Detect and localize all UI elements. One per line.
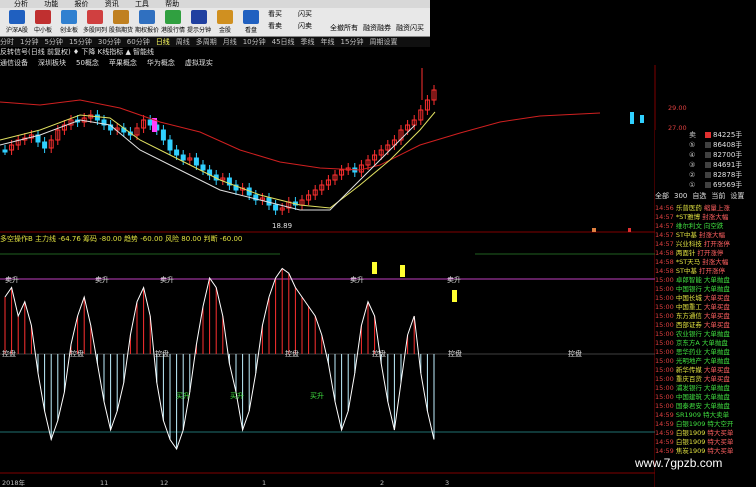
date-axis-label: 2 xyxy=(380,479,384,487)
panel-tab[interactable]: 300 xyxy=(674,192,687,200)
orderbook-bar xyxy=(705,142,711,148)
candle-body xyxy=(174,149,180,156)
candle-body xyxy=(193,157,199,166)
tick-row[interactable]: 15:00 光明地产 大单抛盘 xyxy=(655,357,756,365)
date-axis-label: 3 xyxy=(445,479,449,487)
tick-row[interactable]: 15:00 中国长城 大单买盘 xyxy=(655,294,756,302)
signal-bar xyxy=(400,265,405,277)
orderbook-row: ③ 84691手 xyxy=(689,161,743,169)
moving-average-line xyxy=(0,119,416,211)
control-signal-label: 控盘 xyxy=(372,349,386,358)
candle-body xyxy=(200,164,206,171)
buy-signal-label: 买升 xyxy=(176,391,190,400)
tick-row[interactable]: 15:00 浦发银行 大单抛盘 xyxy=(655,384,756,392)
price-label: 18.89 xyxy=(272,222,292,230)
orderbook-row: ② 82878手 xyxy=(689,171,743,179)
control-signal-label: 控盘 xyxy=(568,349,582,358)
tick-row[interactable]: 15:00 西部证券 大单买盘 xyxy=(655,321,756,329)
orderbook-bar xyxy=(705,152,711,158)
orderbook-bar xyxy=(705,132,711,138)
orderbook-row: ① 69569手 xyxy=(689,181,743,189)
control-signal-label: 控盘 xyxy=(2,349,16,358)
candle-body xyxy=(630,112,634,124)
buy-signal-label: 买升 xyxy=(230,391,244,400)
control-signal-label: 控盘 xyxy=(155,349,169,358)
orderbook-bar xyxy=(705,172,711,178)
moving-average-line xyxy=(0,99,601,171)
control-signal-label: 控盘 xyxy=(448,349,462,358)
date-axis-label: 1 xyxy=(262,479,266,487)
orderbook-row: 卖 84225手 xyxy=(689,131,743,139)
panel-tab[interactable]: 自选 xyxy=(692,192,706,200)
panel-tabs: 全部 300 自选 当前 设置 xyxy=(655,191,756,201)
sell-signal-label: 卖升 xyxy=(350,275,364,284)
sell-signal-label: 卖升 xyxy=(160,275,174,284)
orderbook-row: ④ 82700手 xyxy=(689,151,743,159)
sell-signal-label: 卖升 xyxy=(95,275,109,284)
buy-signal-label: 买升 xyxy=(310,391,324,400)
signal-bar xyxy=(372,262,377,274)
date-axis-label: 11 xyxy=(100,479,108,487)
tick-row[interactable]: 15:00 中国重工 大单买盘 xyxy=(655,303,756,311)
tick-row[interactable]: 14:59 焦炭1909 特大买单 xyxy=(655,447,756,455)
oscillator-line xyxy=(4,267,435,451)
panel-tab[interactable]: 当前 xyxy=(711,192,725,200)
candle-body xyxy=(273,204,279,211)
tick-row[interactable]: 15:00 重庆百货 大单买盘 xyxy=(655,375,756,383)
candle-body xyxy=(640,115,644,123)
candle-body xyxy=(147,119,153,126)
tick-row[interactable]: 15:00 国泰君安 大单抛盘 xyxy=(655,402,756,410)
control-signal-label: 控盘 xyxy=(285,349,299,358)
tick-row[interactable]: 14:57 ST中基 封涨大幅 xyxy=(655,231,756,239)
sell-signal-label: 卖升 xyxy=(447,275,461,284)
orderbook-bar xyxy=(705,182,711,188)
panel-tab[interactable]: 全部 xyxy=(655,192,669,200)
chart-canvas[interactable]: 29.0027.0025.0023.0021.0019.0080.0060.00… xyxy=(0,0,756,487)
candle-body xyxy=(167,139,173,151)
candle-body xyxy=(2,149,8,153)
tick-row[interactable]: 15:00 卓郎智能 大单抛盘 xyxy=(655,276,756,284)
tick-row[interactable]: 15:00 中国建筑 大单抛盘 xyxy=(655,393,756,401)
panel-tab[interactable]: 设置 xyxy=(730,192,744,200)
sell-signal-label: 卖升 xyxy=(5,275,19,284)
tick-row[interactable]: 15:00 思华药业 大单抛盘 xyxy=(655,348,756,356)
tick-row[interactable]: 14:57 维尔利文 向空跌 xyxy=(655,222,756,230)
candle-body xyxy=(94,114,100,121)
orderbook-row: ⑤ 86408手 xyxy=(689,141,743,149)
price-axis-label: 29.00 xyxy=(668,104,687,112)
tick-row[interactable]: 14:58 *ST天马 封涨大幅 xyxy=(655,258,756,266)
tick-row[interactable]: 15:00 京东方A 大单抛盘 xyxy=(655,339,756,347)
tick-row[interactable]: 15:00 新华传媒 大单买盘 xyxy=(655,366,756,374)
tick-row[interactable]: 14:59 白银1909 特大买单 xyxy=(655,438,756,446)
right-panel: 卖 84225手 ⑤ 86408手 ④ 82700手 ③ 84691手 ② 82878手 ① 6956… xyxy=(655,130,756,487)
tick-row[interactable]: 14:57 *ST雅博 封涨大幅 xyxy=(655,213,756,221)
tick-row[interactable]: 14:59 白银1909 特大空开 xyxy=(655,420,756,428)
candle-body xyxy=(180,154,186,161)
date-axis-label: 12 xyxy=(160,479,168,487)
date-axis-label: 2018年 xyxy=(2,478,26,487)
candle-body xyxy=(42,141,48,149)
tick-row[interactable]: 15:00 东方通信 大单买盘 xyxy=(655,312,756,320)
orderbook-bar xyxy=(705,162,711,168)
tick-row[interactable]: 15:00 中国银行 大单抛盘 xyxy=(655,285,756,293)
watermark: www.7gpzb.com xyxy=(635,456,723,470)
control-signal-label: 控盘 xyxy=(70,349,84,358)
tick-row[interactable]: 14:59 SR1909 特大卖单 xyxy=(655,411,756,419)
event-marker xyxy=(592,228,596,232)
tick-row[interactable]: 14:57 兴业科技 打开涨停 xyxy=(655,240,756,248)
tick-row[interactable]: 14:59 白银1909 特大买单 xyxy=(655,429,756,437)
tick-row[interactable]: 14:56 乐普医药 缩量上涨 xyxy=(655,204,756,212)
event-marker xyxy=(628,228,631,232)
candle-body xyxy=(160,129,166,141)
signal-bar xyxy=(452,290,457,302)
tick-row[interactable]: 14:58 两面针 打开涨停 xyxy=(655,249,756,257)
tick-row[interactable]: 15:00 农业银行 大单抛盘 xyxy=(655,330,756,338)
tick-row[interactable]: 14:58 ST中基 打开涨停 xyxy=(655,267,756,275)
